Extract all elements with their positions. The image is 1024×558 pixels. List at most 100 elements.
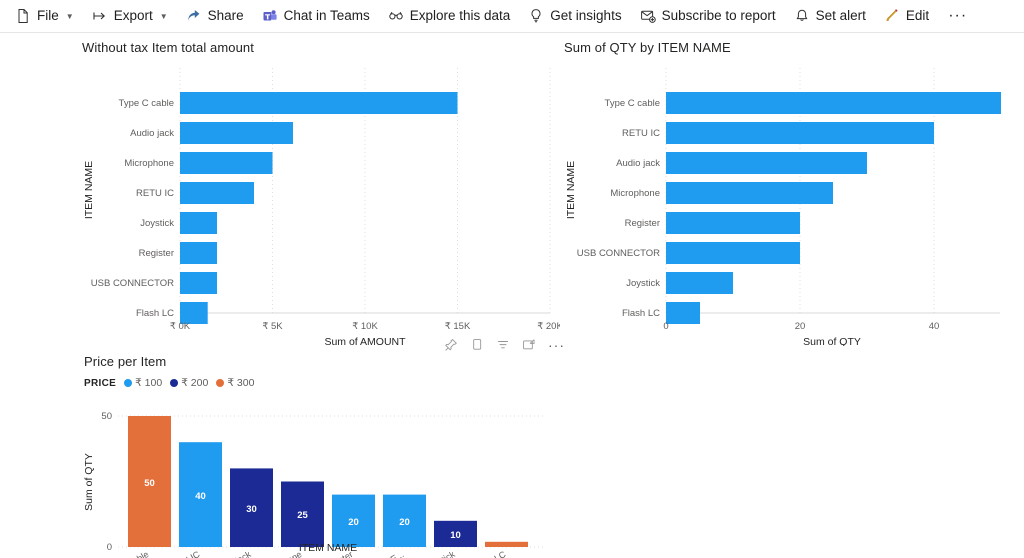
toolbar-item-set-alert[interactable]: Set alert	[785, 0, 875, 33]
price-legend: PRICE ₹ 100 ₹ 200 ₹ 300	[78, 369, 578, 389]
cat-label-5: USB CONNECTOR	[577, 248, 660, 259]
toolbar-item-edit[interactable]: Edit	[875, 0, 938, 33]
y-tick-1: 50	[101, 411, 112, 422]
price-per-item-x-axis-title: ITEM NAME	[298, 542, 358, 554]
toolbar-item-set-alert-label: Set alert	[815, 8, 866, 24]
toolbar-item-chat-in-teams[interactable]: Chat in Teams	[253, 0, 379, 33]
qty-by-item-plot: Type C cable RETU IC Audio jack Micropho…	[565, 68, 1001, 346]
visual-amount-by-item[interactable]: Without tax Item total amount Type C cab…	[78, 34, 568, 346]
bar-flash-lc[interactable]	[666, 302, 700, 324]
bar-retu-ic[interactable]	[180, 182, 254, 204]
bar-type-c-cable[interactable]	[666, 92, 1001, 114]
chevron-down-icon: ▼	[65, 11, 74, 21]
report-toolbar: File ▼ Export ▼ Share Chat in Teams Expl…	[0, 0, 1024, 33]
x-tick-2: 40	[929, 321, 940, 332]
bar-microphone[interactable]	[666, 182, 833, 204]
bars[interactable]	[180, 92, 458, 324]
data-label-6: 10	[450, 530, 461, 541]
pencil-icon	[884, 8, 900, 24]
bars[interactable]	[666, 92, 1001, 324]
bar-audio-jack[interactable]	[666, 152, 867, 174]
legend-item-100[interactable]: ₹ 100	[124, 377, 162, 389]
toolbar-item-subscribe-to-report[interactable]: Subscribe to report	[631, 0, 785, 33]
legend-item-200[interactable]: ₹ 200	[170, 377, 208, 389]
bar-audio-jack[interactable]	[180, 122, 293, 144]
data-label-5: 20	[399, 517, 410, 528]
file-icon	[15, 8, 31, 24]
cat-label-0: Type C cable	[605, 98, 660, 109]
export-icon	[92, 8, 108, 24]
visual-qty-by-item[interactable]: Sum of QTY by ITEM NAME Type C cable RET…	[560, 34, 1024, 346]
toolbar-item-file[interactable]: File ▼	[6, 0, 83, 33]
bar-joystick[interactable]	[180, 212, 217, 234]
toolbar-item-explore-this-data[interactable]: Explore this data	[379, 0, 520, 33]
copy-icon[interactable]	[470, 338, 484, 352]
amount-by-item-plot: Type C cable Audio jack Microphone RETU …	[83, 68, 563, 346]
toolbar-item-subscribe-to-report-label: Subscribe to report	[661, 8, 776, 24]
visual-price-per-item[interactable]: Price per Item PRICE ₹ 100 ₹ 200 ₹ 300 5…	[78, 352, 578, 558]
bar-register[interactable]	[180, 242, 217, 264]
bell-icon	[794, 8, 810, 24]
legend-swatch-200	[170, 379, 179, 387]
explore-icon	[388, 8, 404, 24]
cat-label-2: Microphone	[124, 158, 174, 169]
teams-icon	[262, 8, 278, 24]
legend-swatch-100	[124, 379, 133, 387]
bar-register[interactable]	[666, 212, 800, 234]
chevron-down-icon: ▼	[159, 11, 168, 21]
x-tick-3: ₹ 15K	[445, 321, 471, 332]
x-tick-2: ₹ 10K	[352, 321, 378, 332]
visual-price-per-item-title: Price per Item	[84, 354, 167, 369]
legend-label-200: ₹ 200	[181, 377, 209, 389]
y-axis-title: ITEM NAME	[83, 161, 95, 219]
toolbar-item-explore-this-data-label: Explore this data	[409, 8, 511, 24]
cat-label-3: RETU IC	[136, 188, 174, 199]
x-tick-1: 20	[795, 321, 806, 332]
toolbar-item-chat-in-teams-label: Chat in Teams	[283, 8, 370, 24]
toolbar-item-get-insights[interactable]: Get insights	[519, 0, 630, 33]
data-label-4: 20	[348, 517, 359, 528]
bar-retu-ic[interactable]	[666, 122, 934, 144]
cat-label-3: Microphone	[610, 188, 660, 199]
cat-label-5: Register	[139, 248, 174, 259]
legend-swatch-300	[216, 379, 225, 387]
toolbar-item-export[interactable]: Export ▼	[83, 0, 177, 33]
category-labels: Type C cable Audio jack Microphone RETU …	[91, 98, 174, 319]
toolbar-overflow-button[interactable]: ···	[938, 8, 977, 24]
toolbar-item-edit-label: Edit	[905, 8, 930, 24]
bar-microphone[interactable]	[180, 152, 273, 174]
legend-label-100: ₹ 100	[135, 377, 163, 389]
bar-type-c-cable[interactable]	[180, 92, 458, 114]
cat-label-0: Type C cable	[119, 98, 174, 109]
toolbar-item-share-label: Share	[207, 8, 244, 24]
toolbar-item-export-label: Export	[113, 8, 153, 24]
toolbar-item-share[interactable]: Share	[177, 0, 253, 33]
x-tick-0: ₹ 0K	[170, 321, 191, 332]
bar-usb-connector[interactable]	[666, 242, 800, 264]
x-axis-title: Sum of AMOUNT	[324, 336, 406, 346]
visual-hover-toolbar[interactable]: ···	[444, 338, 565, 352]
bars[interactable]	[128, 416, 528, 547]
cat-label-1: Audio jack	[130, 128, 174, 139]
legend-label-300: ₹ 300	[227, 377, 255, 389]
cat-label-4: Register	[625, 218, 660, 229]
visual-qty-by-item-title: Sum of QTY by ITEM NAME	[564, 40, 731, 55]
subscribe-icon	[640, 8, 656, 24]
y-axis-title: Sum of QTY	[83, 453, 95, 511]
data-label-1: 40	[195, 491, 206, 502]
cat-label-4: Joystick	[140, 218, 174, 229]
bar-joystick[interactable]	[666, 272, 733, 294]
price-per-item-plot: 50 40 30 25 20 20 10 50 0 Sum of QTY Typ…	[83, 411, 546, 558]
y-tick-labels: 50 0	[101, 411, 112, 553]
pin-icon[interactable]	[444, 338, 458, 352]
filter-icon[interactable]	[496, 338, 510, 352]
y-axis-title: ITEM NAME	[565, 161, 577, 219]
cat-label-7: Flash LC	[136, 308, 174, 319]
legend-item-300[interactable]: ₹ 300	[216, 377, 254, 389]
toolbar-item-get-insights-label: Get insights	[550, 8, 622, 24]
x-axis-title: Sum of QTY	[803, 336, 861, 346]
lightbulb-icon	[528, 8, 544, 24]
bar-usb-connector[interactable]	[180, 272, 217, 294]
focus-mode-icon[interactable]	[522, 338, 536, 352]
data-label-2: 30	[246, 504, 257, 515]
